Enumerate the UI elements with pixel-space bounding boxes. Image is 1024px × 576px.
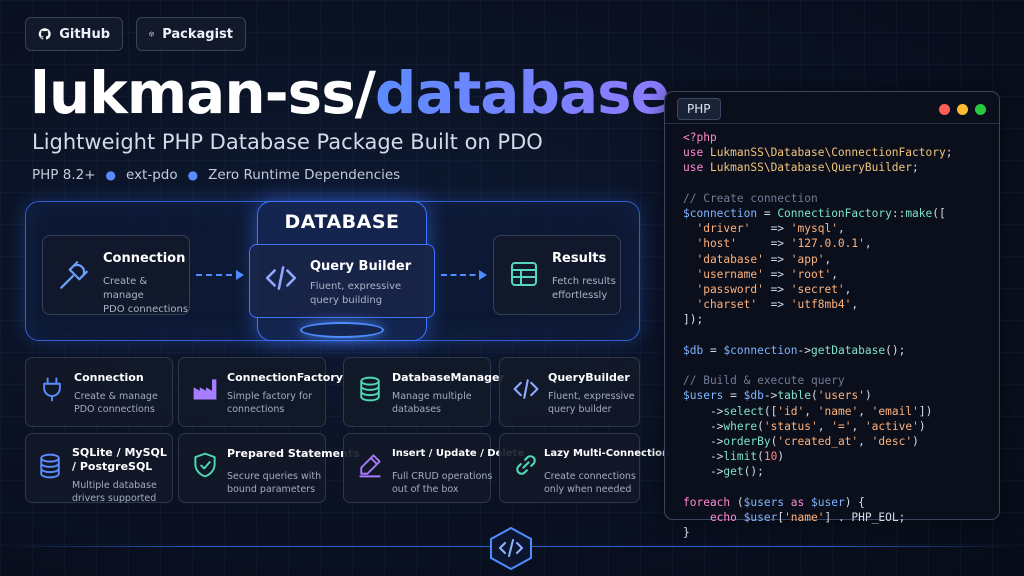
github-icon (38, 28, 51, 40)
feature-crud: Insert / Update / Delete Full CRUD opera… (343, 433, 524, 503)
diagram-step-desc: Create & manage PDO connections (103, 276, 189, 315)
code-panel: PHP <?php use LukmanSS\Database\Connectio… (664, 91, 1000, 539)
feature-desc: Create connections only when needed (544, 471, 636, 495)
close-dot-icon (939, 104, 950, 115)
feature-database-manager: DatabaseManager Manage multiple databases (343, 357, 505, 427)
code-badge-icon (490, 526, 532, 571)
title-package: database (374, 59, 670, 127)
code-line: foreach ($users as $user) { (683, 495, 865, 509)
bullet-icon: ● (105, 168, 116, 182)
code-line: // Build & execute query (683, 374, 845, 388)
flow-arrow (441, 270, 487, 280)
flow-arrow (196, 270, 244, 280)
requirements: PHP 8.2+ ● ext-pdo ● Zero Runtime Depend… (32, 167, 400, 183)
requirement-pdo: ext-pdo (126, 167, 178, 183)
package-icon (149, 31, 154, 37)
code-line: ]); (683, 313, 704, 327)
code-line: $db = $connection->getDatabase(); (683, 343, 906, 357)
feature-prepared-statements: Prepared Statements Secure queries with b… (178, 433, 360, 503)
github-label: GitHub (59, 26, 110, 42)
plug-icon (43, 377, 61, 402)
diagram-step-title: Query Builder (310, 259, 412, 274)
code-line: } (683, 526, 690, 540)
feature-title: Connection (74, 371, 144, 384)
code-line: $users = $db->table('users') (683, 389, 872, 403)
code-line: use LukmanSS\Database\QueryBuilder; (683, 161, 919, 175)
feature-title: ConnectionFactory (227, 371, 343, 384)
code-line: 'password' => 'secret', (683, 283, 852, 297)
packagist-button[interactable]: Packagist (136, 17, 246, 51)
minimize-dot-icon (957, 104, 968, 115)
feature-title: QueryBuilder (548, 371, 630, 384)
table-icon (511, 262, 537, 286)
code-line: ->where('status', '=', 'active') (683, 419, 926, 433)
code-block: <?php use LukmanSS\Database\ConnectionFac… (683, 130, 952, 540)
diagram-step-desc: Fetch results effortlessly (552, 276, 616, 301)
feature-query-builder: QueryBuilder Fluent, expressive query bui… (499, 357, 640, 427)
feature-desc: Create & manage PDO connections (74, 391, 158, 415)
feature-desc: Secure queries with bound parameters (227, 471, 322, 495)
link-icon (516, 455, 536, 475)
factory-icon (193, 379, 217, 400)
code-line: 'driver' => 'mysql', (683, 222, 845, 236)
code-panel-header: PHP (665, 92, 999, 124)
language-tab[interactable]: PHP (677, 98, 721, 120)
diagram-step-connection: Connection Create & manage PDO connection… (42, 235, 190, 315)
maximize-dot-icon (975, 104, 986, 115)
feature-desc: Fluent, expressive query builder (548, 391, 635, 415)
requirement-php: PHP 8.2+ (32, 167, 96, 183)
code-line: $connection = ConnectionFactory::make([ (683, 207, 946, 221)
requirement-deps: Zero Runtime Dependencies (208, 167, 401, 183)
feature-lazy-connection: Lazy Multi-Connection Create connections… (499, 433, 669, 503)
feature-desc: Multiple database drivers supported (72, 480, 157, 504)
packagist-label: Packagist (162, 26, 233, 42)
title-vendor: lukman-ss/ (30, 59, 376, 127)
github-button[interactable]: GitHub (25, 17, 123, 51)
feature-title: Lazy Multi-Connection (544, 448, 670, 459)
code-line: ->limit(10) (683, 450, 785, 464)
feature-connection: Connection Create & manage PDO connection… (25, 357, 173, 427)
code-line: 'database' => 'app', (683, 252, 832, 266)
shield-check-icon (194, 452, 216, 478)
feature-title: SQLite / MySQL / PostgreSQL (72, 446, 167, 473)
subtitle: Lightweight PHP Database Package Built o… (32, 130, 543, 154)
diagram-step-title: Connection (103, 251, 186, 266)
code-icon (265, 266, 297, 290)
feature-drivers: SQLite / MySQL / PostgreSQL Multiple dat… (25, 433, 173, 504)
feature-title: Prepared Statements (227, 447, 360, 460)
code-line: echo $user['name'] . PHP_EOL; (683, 511, 906, 525)
diagram-step-title: Results (552, 251, 607, 266)
plug-icon (60, 261, 88, 289)
diagram-step-desc: Fluent, expressive query building (310, 281, 402, 306)
glow-platform (300, 322, 384, 338)
feature-desc: Full CRUD operations out of the box (392, 471, 493, 495)
database-icon (40, 453, 60, 479)
code-line: // Create connection (683, 191, 818, 205)
code-line: <?php (683, 131, 717, 144)
code-line: ->select(['id', 'name', 'email']) (683, 404, 933, 418)
diagram-label: DATABASE (284, 211, 400, 233)
database-icon (360, 376, 380, 402)
feature-desc: Simple factory for connections (227, 391, 312, 415)
feature-connection-factory: ConnectionFactory Simple factory for conn… (178, 357, 343, 427)
code-icon (513, 379, 539, 399)
diagram-step-results: Results Fetch results effortlessly (493, 235, 621, 315)
code-line: ->get(); (683, 465, 764, 479)
page-title: lukman-ss/database (30, 58, 670, 128)
code-line: ->orderBy('created_at', 'desc') (683, 435, 919, 449)
diagram-step-query-builder: Query Builder Fluent, expressive query bu… (249, 244, 435, 318)
pencil-icon (359, 454, 381, 478)
code-line: 'charset' => 'utf8mb4', (683, 298, 859, 312)
code-line: 'host' => '127.0.0.1', (683, 237, 872, 251)
code-line: use LukmanSS\Database\ConnectionFactory; (683, 146, 953, 160)
code-line: 'username' => 'root', (683, 267, 838, 281)
bullet-icon: ● (187, 168, 199, 182)
feature-title: DatabaseManager (392, 371, 505, 384)
feature-desc: Manage multiple databases (392, 391, 472, 415)
